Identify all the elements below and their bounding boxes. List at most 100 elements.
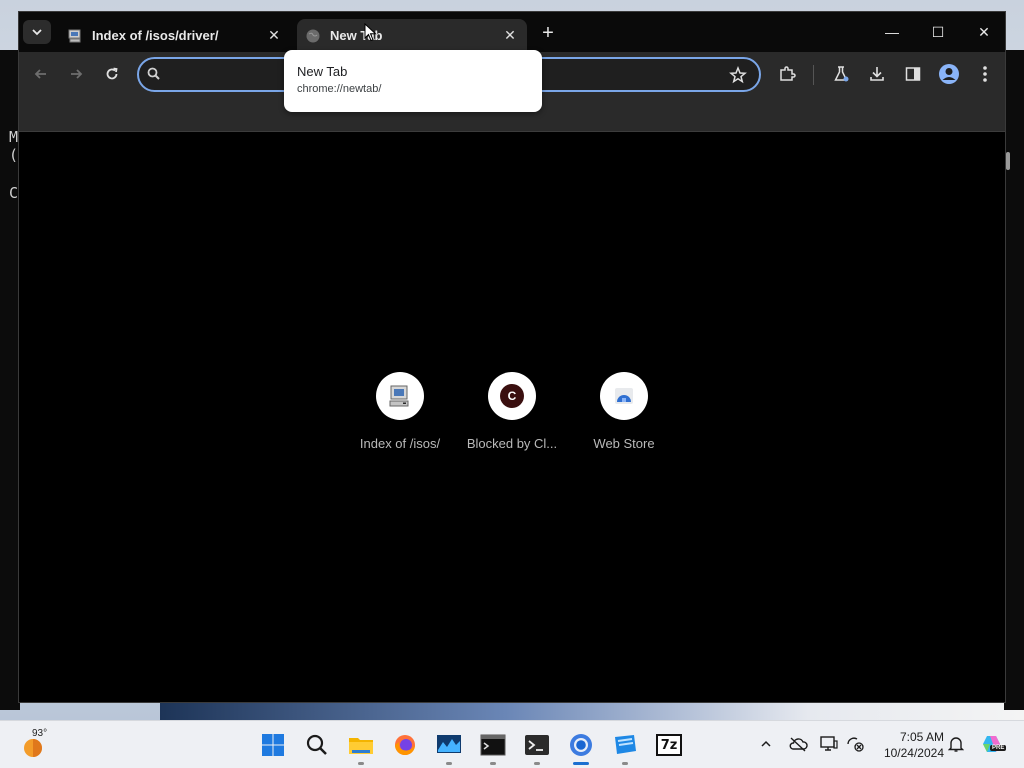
arrow-right-icon [71, 69, 83, 79]
monitor-icon [820, 736, 838, 751]
back-button[interactable] [29, 62, 53, 86]
network-tray-icon[interactable] [844, 733, 866, 755]
new-tab-button[interactable]: + [537, 22, 559, 44]
network-disconnected-icon [847, 737, 864, 752]
clock-time: 7:05 AM [899, 730, 944, 744]
tab-close-icon[interactable]: ✕ [263, 25, 285, 47]
mouse-cursor-icon [364, 23, 377, 42]
firefox-button[interactable] [389, 729, 421, 761]
terminal-icon [525, 735, 549, 755]
sun-cloud-icon [24, 739, 42, 757]
extensions-button[interactable] [775, 62, 799, 86]
chrome-icon [570, 734, 592, 756]
forward-button[interactable] [64, 62, 88, 86]
command-prompt-button[interactable] [477, 729, 509, 765]
7zip-icon: 7z [656, 734, 682, 756]
terminal-button[interactable] [521, 729, 553, 765]
bell-icon [948, 737, 964, 752]
copilot-button[interactable]: PRE [980, 733, 1007, 755]
shortcut-tile[interactable]: Web Store [569, 372, 679, 451]
side-panel-icon [905, 67, 921, 81]
tab-index-isos-driver[interactable]: Index of /isos/driver/ ✕ [59, 19, 291, 52]
taskbar-clock[interactable]: 7:05 AM 10/24/2024 [872, 729, 944, 761]
new-tab-page: Index of /isos/ C Blocked by Cl... Web S… [19, 132, 1005, 702]
shortcut-icon-circle [376, 372, 424, 420]
tooltip-url: chrome://newtab/ [297, 83, 382, 95]
folder-icon [349, 738, 373, 754]
search-icon [306, 734, 327, 755]
terminal-line: ( [9, 146, 19, 164]
shortcut-label: Web Store [593, 436, 655, 451]
shortcut-label: Index of /isos/ [359, 436, 441, 451]
minimize-button[interactable]: — [869, 20, 915, 44]
side-panel-button[interactable] [901, 62, 925, 86]
blue-app-button[interactable] [609, 729, 641, 765]
clock-date: 10/24/2024 [883, 746, 944, 760]
copilot-icon [983, 736, 1000, 752]
weather-widget[interactable]: 93° [22, 728, 62, 760]
computer-favicon-icon [389, 385, 409, 407]
running-indicator [622, 762, 628, 765]
chrome-labs-button[interactable] [829, 62, 853, 86]
tooltip-title: New Tab [297, 64, 348, 79]
file-explorer-button[interactable] [345, 729, 377, 765]
windows-taskbar: 93° 7z 7:05 AM 10/24/2024 PRE [0, 720, 1024, 768]
chrome-window: Index of /isos/driver/ ✕ New Tab ✕ + — ☐… [18, 11, 1006, 703]
profile-avatar-icon [939, 64, 959, 84]
terminal-line: M [9, 128, 19, 146]
onedrive-tray-icon[interactable] [787, 733, 809, 755]
start-button[interactable] [257, 729, 289, 761]
profile-button[interactable] [937, 62, 961, 86]
shortcut-label: Blocked by Cl... [466, 436, 558, 451]
computer-favicon-icon [67, 28, 83, 44]
reload-icon [106, 67, 118, 80]
background-window-edge [1004, 50, 1024, 710]
taskbar-search-button[interactable] [301, 729, 333, 761]
shortcut-tile[interactable]: Index of /isos/ [345, 372, 455, 451]
running-indicator [490, 762, 496, 765]
kebab-menu-icon [983, 66, 987, 82]
tab-hover-tooltip: New Tab chrome://newtab/ [284, 50, 542, 112]
display-tray-icon[interactable] [818, 733, 840, 755]
shortcut-icon-circle [600, 372, 648, 420]
cloud-offline-icon [789, 737, 808, 752]
globe-icon [305, 28, 321, 44]
notifications-button[interactable] [945, 733, 967, 755]
cmd-icon [480, 734, 506, 756]
chart-app-icon [437, 735, 461, 753]
chrome-taskbar-button[interactable] [565, 729, 597, 765]
flask-icon [834, 66, 849, 82]
bookmark-star-icon[interactable] [729, 65, 747, 89]
web-store-icon [615, 388, 633, 404]
reload-button[interactable] [100, 62, 124, 86]
letter-c-avatar-icon: C [500, 384, 524, 408]
background-scrollbar[interactable] [1006, 152, 1010, 170]
menu-button[interactable] [973, 62, 997, 86]
tab-new-tab[interactable]: New Tab ✕ [297, 19, 527, 52]
tab-close-icon[interactable]: ✕ [499, 25, 521, 47]
show-hidden-icons-button[interactable] [755, 733, 777, 755]
toolbar-divider [813, 65, 814, 85]
7zip-button[interactable]: 7z [653, 729, 685, 761]
close-window-button[interactable]: ✕ [961, 20, 1007, 44]
arrow-left-icon [34, 69, 46, 79]
firefox-icon [395, 735, 415, 755]
maximize-button[interactable]: ☐ [915, 20, 961, 44]
background-window-strip [160, 700, 1024, 720]
windows-logo-icon [262, 734, 284, 756]
active-indicator [573, 762, 589, 765]
weather-temperature: 93° [32, 728, 48, 739]
chevron-down-icon [32, 29, 42, 36]
blue-app-icon [615, 735, 636, 754]
tab-title: New Tab [330, 28, 383, 43]
puzzle-icon [780, 66, 796, 81]
tab-search-button[interactable] [23, 20, 51, 44]
shortcut-icon-circle: C [488, 372, 536, 420]
running-indicator [534, 762, 540, 765]
download-icon [870, 67, 884, 81]
shortcut-tile[interactable]: C Blocked by Cl... [457, 372, 567, 451]
chevron-up-icon [761, 740, 771, 747]
resource-monitor-button[interactable] [433, 729, 465, 765]
downloads-button[interactable] [865, 62, 889, 86]
tab-strip: Index of /isos/driver/ ✕ New Tab ✕ + — ☐… [19, 12, 1005, 52]
